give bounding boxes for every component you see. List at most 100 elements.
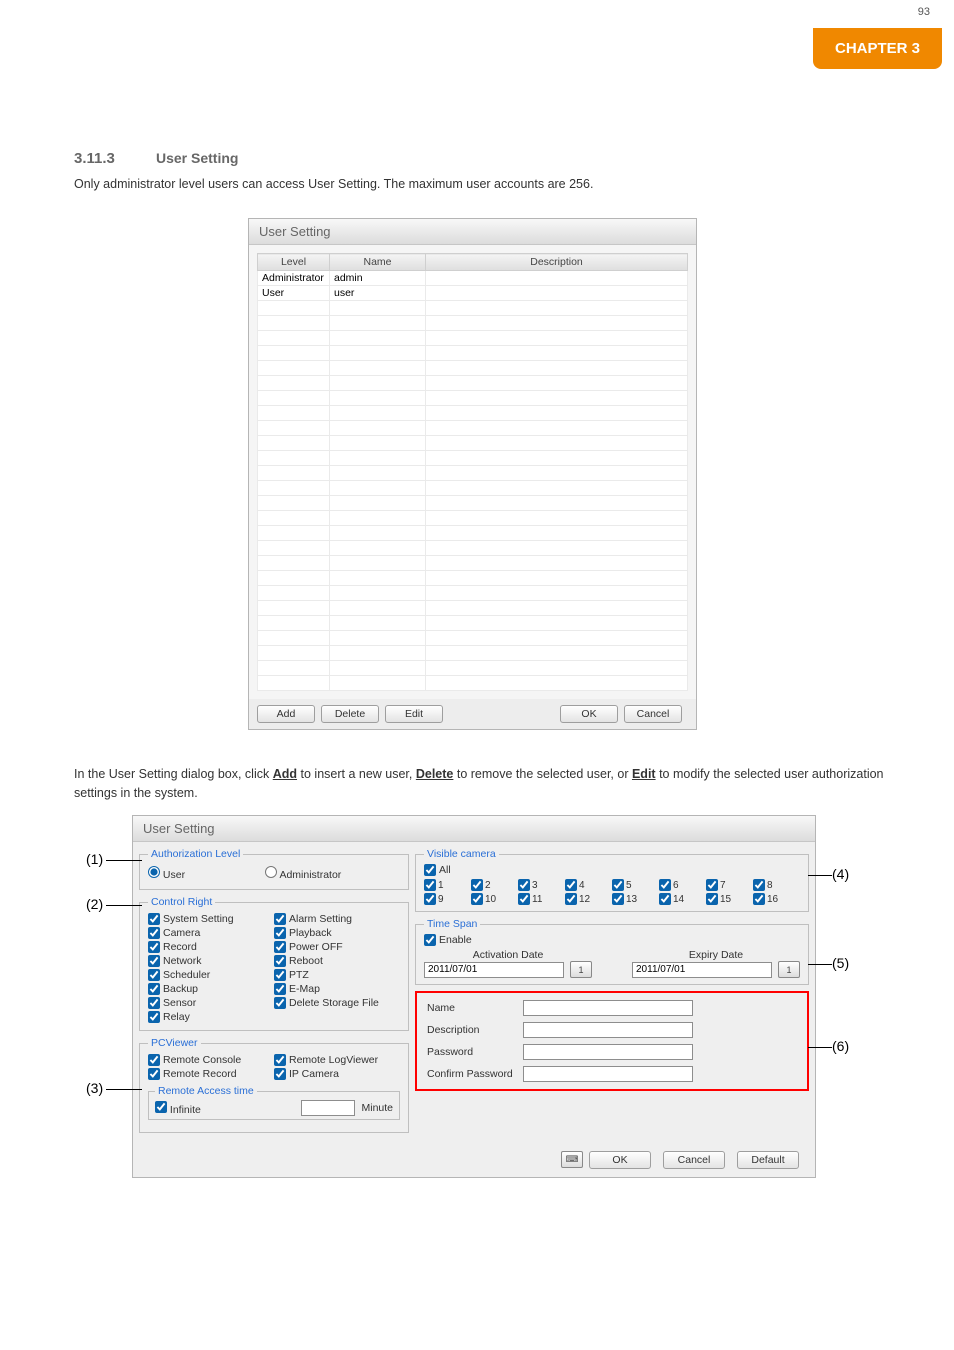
cb-camera-9[interactable]: 9 [424, 893, 471, 905]
expiry-date-input[interactable] [632, 962, 772, 978]
pw-label: Password [423, 1042, 517, 1062]
minute-input[interactable] [301, 1100, 355, 1116]
desc-input[interactable] [523, 1022, 693, 1038]
page-number: 93 [918, 6, 930, 18]
legend-control: Control Right [148, 896, 215, 908]
radio-user[interactable]: User [148, 866, 185, 881]
cb-camera-4[interactable]: 4 [565, 879, 612, 891]
cb-camera-12[interactable]: 12 [565, 893, 612, 905]
fieldset-visible-camera: Visible camera All 1 2 3 4 5 6 7 8 9 10 … [415, 848, 809, 912]
delete-button[interactable]: Delete [321, 705, 379, 723]
cb-ptz[interactable]: PTZ [274, 968, 400, 982]
cb-camera-10[interactable]: 10 [471, 893, 518, 905]
cb-all[interactable]: All [424, 864, 800, 876]
cpw-label: Confirm Password [423, 1064, 517, 1084]
cb-e-map[interactable]: E-Map [274, 982, 400, 996]
legend-timespan: Time Span [424, 918, 480, 930]
table-row [258, 406, 688, 421]
add-button[interactable]: Add [257, 705, 315, 723]
cb-camera-8[interactable]: 8 [753, 879, 800, 891]
table-row [258, 481, 688, 496]
cb-remote-logviewer[interactable]: Remote LogViewer [274, 1053, 400, 1067]
table-row [258, 346, 688, 361]
chapter-tab: CHAPTER 3 [813, 28, 942, 69]
table-row[interactable]: Administratoradmin [258, 271, 688, 286]
legend-rat: Remote Access time [155, 1085, 257, 1097]
calendar-icon[interactable]: 1 [778, 961, 800, 978]
table-row [258, 391, 688, 406]
cb-camera[interactable]: Camera [148, 926, 274, 940]
section-title: User Setting [156, 150, 238, 166]
name-label: Name [423, 998, 517, 1018]
table-row [258, 541, 688, 556]
cb-camera-15[interactable]: 15 [706, 893, 753, 905]
credential-fields-highlight: Name Description Password Confirm Passwo… [415, 991, 809, 1091]
user-table: Level Name Description Administratoradmi… [257, 253, 688, 691]
t-add: Add [273, 767, 297, 781]
table-row [258, 526, 688, 541]
cancel-button[interactable]: Cancel [624, 705, 682, 723]
default-button[interactable]: Default [737, 1151, 799, 1169]
table-row [258, 466, 688, 481]
legend-auth: Authorization Level [148, 848, 243, 860]
cb-camera-1[interactable]: 1 [424, 879, 471, 891]
intro-text: Only administrator level users can acces… [74, 176, 894, 194]
cb-alarm-setting[interactable]: Alarm Setting [274, 912, 400, 926]
fieldset-timespan: Time Span Enable Activation Date 1 Expir… [415, 918, 809, 985]
cb-scheduler[interactable]: Scheduler [148, 968, 274, 982]
radio-user-label: User [163, 869, 185, 881]
desc-label: Description [423, 1020, 517, 1040]
table-row[interactable]: Useruser [258, 286, 688, 301]
cb-record[interactable]: Record [148, 940, 274, 954]
radio-admin[interactable]: Administrator [265, 866, 341, 881]
cb-camera-5[interactable]: 5 [612, 879, 659, 891]
edit-button[interactable]: Edit [385, 705, 443, 723]
cb-remote-console[interactable]: Remote Console [148, 1053, 274, 1067]
cb-camera-14[interactable]: 14 [659, 893, 706, 905]
cb-infinite[interactable]: Infinite [155, 1101, 201, 1116]
t1: In the User Setting dialog box, click [74, 767, 273, 781]
table-row [258, 616, 688, 631]
name-input[interactable] [523, 1000, 693, 1016]
t-delete: Delete [416, 767, 454, 781]
cb-relay[interactable]: Relay [148, 1010, 274, 1024]
expiry-date-label: Expiry Date [632, 949, 800, 961]
cb-camera-7[interactable]: 7 [706, 879, 753, 891]
cancel-button2[interactable]: Cancel [663, 1151, 725, 1169]
table-row [258, 631, 688, 646]
activation-date-input[interactable] [424, 962, 564, 978]
keyboard-icon[interactable]: ⌨ [561, 1151, 583, 1168]
fieldset-remote-access-time: Remote Access time Infinite Minute [148, 1085, 400, 1120]
col-name: Name [330, 254, 426, 271]
ok-button2[interactable]: OK [589, 1151, 651, 1169]
user-setting-form-screenshot: User Setting Authorization Level User Ad… [132, 815, 816, 1178]
pw-input[interactable] [523, 1044, 693, 1060]
cb-ip-camera[interactable]: IP Camera [274, 1067, 400, 1081]
callout-1: (1) [86, 851, 103, 867]
cb-camera-16[interactable]: 16 [753, 893, 800, 905]
radio-admin-label: Administrator [279, 869, 341, 881]
cb-reboot[interactable]: Reboot [274, 954, 400, 968]
cb-sensor[interactable]: Sensor [148, 996, 274, 1010]
cpw-input[interactable] [523, 1066, 693, 1082]
calendar-icon[interactable]: 1 [570, 961, 592, 978]
cb-delete-storage-file[interactable]: Delete Storage File [274, 996, 400, 1010]
cb-camera-13[interactable]: 13 [612, 893, 659, 905]
cb-camera-11[interactable]: 11 [518, 893, 565, 905]
cb-camera-6[interactable]: 6 [659, 879, 706, 891]
table-row [258, 496, 688, 511]
cb-network[interactable]: Network [148, 954, 274, 968]
cb-playback[interactable]: Playback [274, 926, 400, 940]
table-row [258, 511, 688, 526]
cb-system-setting[interactable]: System Setting [148, 912, 274, 926]
cb-camera-3[interactable]: 3 [518, 879, 565, 891]
cb-camera-2[interactable]: 2 [471, 879, 518, 891]
legend-pcviewer: PCViewer [148, 1037, 201, 1049]
cb-backup[interactable]: Backup [148, 982, 274, 996]
cb-all-label: All [439, 864, 451, 876]
cb-remote-record[interactable]: Remote Record [148, 1067, 274, 1081]
cb-enable[interactable]: Enable [424, 934, 800, 946]
cb-power-off[interactable]: Power OFF [274, 940, 400, 954]
ok-button[interactable]: OK [560, 705, 618, 723]
callout-2: (2) [86, 896, 103, 912]
